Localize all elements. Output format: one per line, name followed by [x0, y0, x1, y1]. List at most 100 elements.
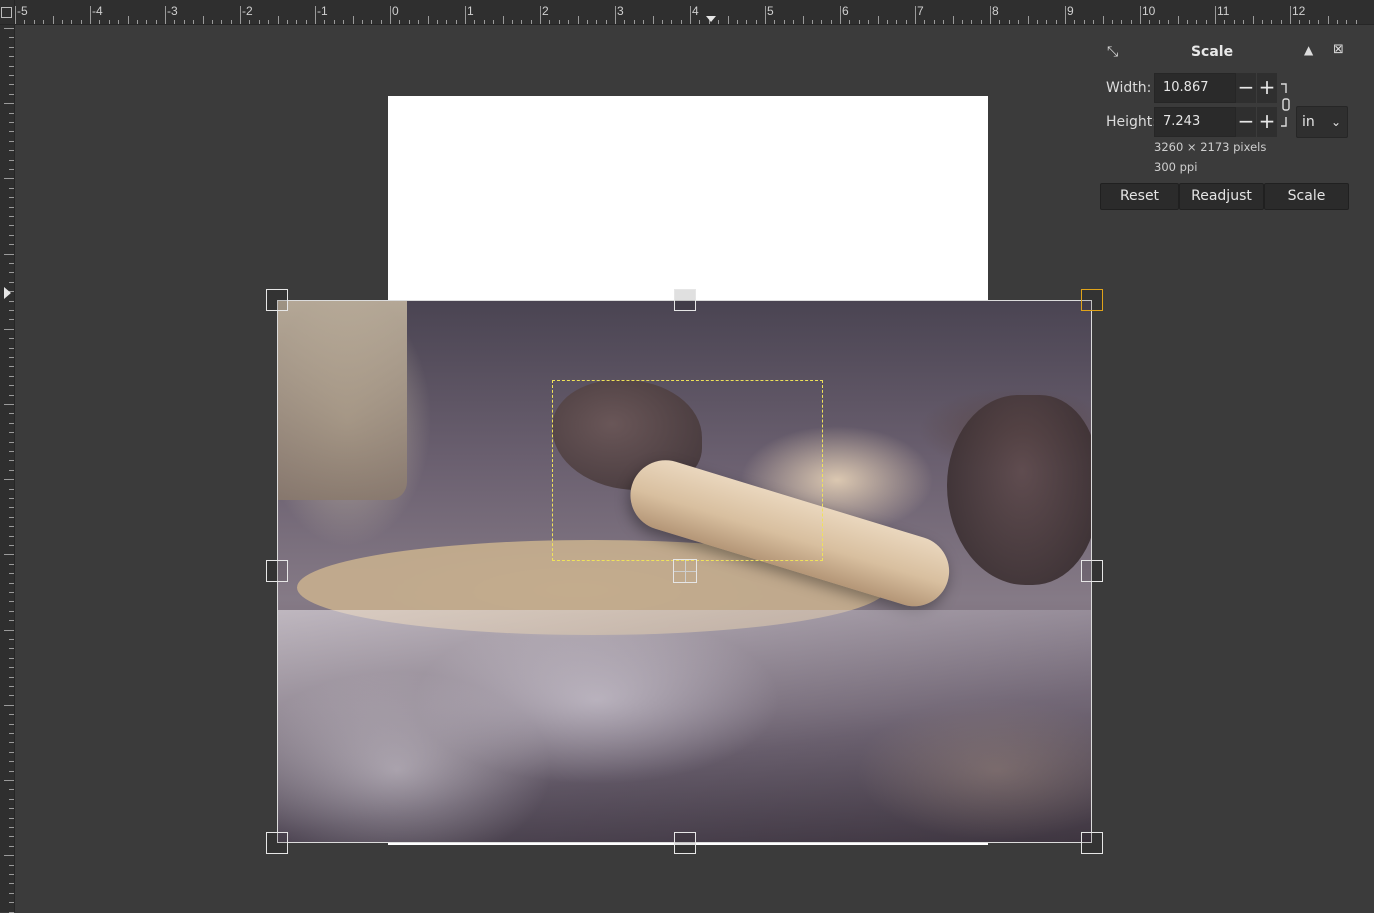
width-decrement-button[interactable]: −	[1236, 73, 1256, 103]
height-decrement-button[interactable]: −	[1236, 107, 1256, 137]
ruler-minor-tick	[9, 234, 14, 236]
ruler-minor-tick	[1271, 20, 1273, 24]
ruler-label: 7	[917, 4, 924, 18]
ruler-label: 5	[767, 4, 774, 18]
ruler-minor-tick	[9, 573, 14, 575]
height-input[interactable]: 7.243	[1154, 107, 1236, 137]
unit-select[interactable]: in ⌄	[1296, 106, 1348, 138]
ruler-minor-tick	[9, 526, 14, 528]
vertical-ruler[interactable]	[0, 24, 15, 913]
width-label: Width:	[1106, 80, 1152, 96]
ruler-minor-tick	[877, 16, 879, 24]
handle-bottom-right[interactable]	[1081, 832, 1103, 854]
handle-center[interactable]	[673, 559, 697, 583]
handle-middle-right[interactable]	[1081, 560, 1103, 582]
scale-button[interactable]: Scale	[1264, 183, 1349, 210]
ruler-minor-tick	[9, 56, 14, 58]
handle-top-middle[interactable]	[674, 289, 696, 311]
ruler-minor-tick	[4, 178, 14, 180]
reset-button[interactable]: Reset	[1100, 183, 1179, 210]
ruler-minor-tick	[9, 65, 14, 67]
chain-link-icon[interactable]	[1280, 81, 1290, 129]
chevron-down-icon: ⌄	[1330, 115, 1341, 129]
ruler-minor-tick	[9, 620, 14, 622]
ruler-minor-tick	[961, 20, 963, 24]
detach-icon[interactable]: ▲	[1304, 43, 1313, 57]
ruler-minor-tick	[596, 20, 598, 24]
close-icon[interactable]: ⊠	[1333, 42, 1344, 57]
width-input[interactable]: 10.867	[1154, 73, 1236, 103]
ruler-minor-tick	[9, 413, 14, 415]
ruler-minor-tick	[408, 20, 410, 24]
ruler-label: 8	[992, 4, 999, 18]
readjust-button[interactable]: Readjust	[1179, 183, 1264, 210]
ruler-minor-tick	[1177, 16, 1179, 24]
ruler-minor-tick	[258, 20, 260, 24]
ruler-minor-tick	[9, 648, 14, 650]
ruler-minor-tick	[9, 281, 14, 283]
ruler-minor-tick	[9, 751, 14, 753]
ruler-minor-tick	[324, 20, 326, 24]
ruler-major-tick	[915, 6, 916, 24]
ruler-minor-tick	[9, 892, 14, 894]
ruler-minor-tick	[9, 131, 14, 133]
width-increment-button[interactable]: +	[1257, 73, 1277, 103]
unit-select-value: in	[1302, 114, 1315, 130]
ruler-minor-tick	[4, 253, 14, 255]
ruler-minor-tick	[1336, 20, 1338, 24]
right-hand	[947, 395, 1092, 585]
ruler-label: 9	[1067, 4, 1074, 18]
ruler-minor-tick	[9, 150, 14, 152]
ruler-minor-tick	[118, 20, 120, 24]
ruler-minor-tick	[830, 20, 832, 24]
resolution-text: 300 ppi	[1154, 160, 1198, 174]
quick-mask-toggle[interactable]	[0, 0, 15, 25]
ruler-minor-tick	[305, 20, 307, 24]
ruler-minor-tick	[802, 16, 804, 24]
pixel-size-text: 3260 × 2173 pixels	[1154, 140, 1267, 154]
ruler-minor-tick	[474, 20, 476, 24]
ruler-minor-tick	[9, 808, 14, 810]
ruler-label: 10	[1142, 4, 1156, 18]
selection-marquee[interactable]	[552, 380, 823, 561]
ruler-minor-tick	[9, 338, 14, 340]
ruler-minor-tick	[549, 20, 551, 24]
ruler-minor-tick	[9, 169, 14, 170]
ruler-minor-tick	[146, 20, 148, 24]
ruler-minor-tick	[9, 639, 14, 640]
horizontal-ruler[interactable]: -5 -4 -3 -2 -1 0 1 2 3 4 5 6 7 8 9 10 11 12	[0, 0, 1374, 25]
ruler-minor-tick	[9, 84, 14, 86]
ruler-minor-tick	[811, 20, 813, 24]
ruler-label: 6	[842, 4, 849, 18]
ruler-minor-tick	[446, 20, 448, 24]
ruler-minor-tick	[999, 20, 1001, 24]
ruler-minor-tick	[9, 432, 14, 434]
ruler-minor-tick	[1308, 20, 1310, 24]
ruler-label: -4	[92, 4, 103, 18]
ruler-minor-tick	[1027, 16, 1029, 24]
handle-bottom-left[interactable]	[266, 832, 288, 854]
handle-top-left[interactable]	[266, 289, 288, 311]
ruler-minor-tick	[1111, 20, 1113, 24]
height-increment-button[interactable]: +	[1257, 107, 1277, 137]
handle-middle-left[interactable]	[266, 560, 288, 582]
ruler-minor-tick	[9, 385, 14, 387]
ruler-minor-tick	[9, 657, 14, 659]
quick-mask-icon	[1, 7, 12, 18]
handle-bottom-middle[interactable]	[674, 832, 696, 854]
ruler-minor-tick	[4, 404, 14, 405]
ruler-label: 4	[692, 4, 699, 18]
ruler-minor-tick	[9, 375, 14, 377]
ruler-minor-tick	[127, 16, 129, 24]
ruler-minor-tick	[9, 140, 14, 142]
ruler-minor-tick	[4, 554, 14, 556]
ruler-minor-tick	[9, 112, 14, 114]
ruler-minor-tick	[9, 347, 14, 349]
ruler-minor-tick	[9, 610, 14, 612]
ruler-minor-tick	[661, 20, 663, 24]
ruler-major-tick	[840, 6, 841, 24]
ruler-minor-tick	[577, 16, 579, 24]
ruler-minor-tick	[24, 20, 26, 24]
ruler-minor-tick	[9, 770, 14, 772]
handle-top-right[interactable]	[1081, 289, 1103, 311]
